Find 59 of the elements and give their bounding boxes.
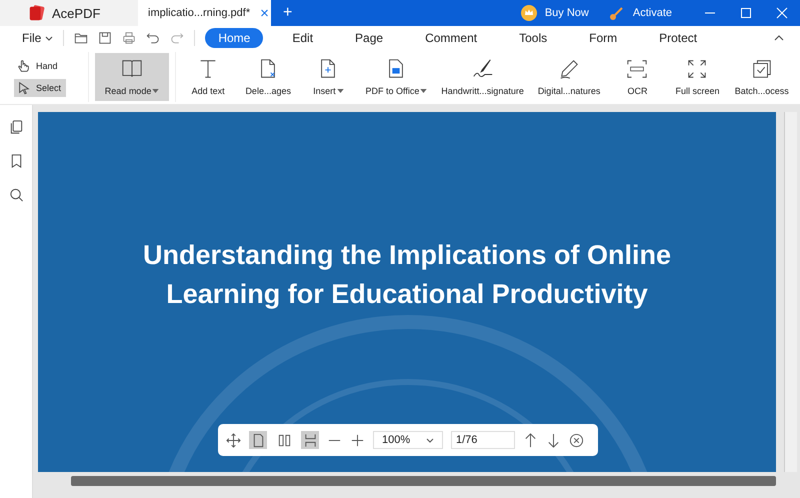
horizontal-scrollbar[interactable] (71, 476, 776, 486)
collapse-ribbon-icon[interactable] (774, 35, 784, 41)
zoom-in-icon[interactable] (350, 432, 365, 448)
app-name: AcePDF (52, 6, 100, 20)
ribbon-tool-button[interactable]: Read mode (95, 53, 170, 101)
new-tab-button[interactable]: + (283, 4, 292, 22)
pen-signature-icon (472, 58, 494, 80)
folder-icon[interactable] (74, 31, 88, 45)
document-tab[interactable]: implicatio...rning.pdf* × (138, 0, 271, 26)
ribbon-tab[interactable]: Protect (646, 28, 710, 48)
single-page-button[interactable] (249, 431, 267, 449)
close-tab-button[interactable]: × (260, 4, 269, 22)
zoom-dropdown[interactable]: 100% (373, 431, 443, 449)
save-icon[interactable] (98, 31, 112, 45)
ribbon-tool-button[interactable]: Add text (182, 53, 234, 101)
fit-height-button[interactable] (301, 431, 319, 449)
move-icon[interactable] (226, 432, 241, 448)
ribbon-tool-button[interactable]: Handwritt...signature (438, 53, 527, 101)
file-menu[interactable]: File (22, 31, 54, 45)
page-number-field[interactable]: 1/76 (451, 431, 515, 449)
hand-icon (17, 59, 31, 73)
close-circle-icon[interactable] (569, 432, 584, 448)
ribbon-tool-button[interactable]: Dele...ages (242, 53, 294, 101)
vertical-scrollbar[interactable] (784, 112, 797, 472)
ribbon-tool-button[interactable]: Batch...ocess (731, 53, 792, 101)
pointer-mode-button[interactable]: Select (14, 79, 66, 97)
undo-icon[interactable] (146, 31, 160, 45)
ribbon-tool-button[interactable]: Insert (302, 53, 354, 101)
close-icon[interactable] (776, 7, 788, 19)
maximize-icon[interactable] (740, 7, 752, 19)
app-logo-icon (28, 4, 46, 22)
chevron-down-icon (426, 438, 434, 442)
print-icon[interactable] (122, 31, 136, 45)
ribbon-tab[interactable]: Tools (506, 28, 560, 48)
chevron-down-icon (45, 36, 54, 40)
pages-icon[interactable] (8, 119, 24, 135)
arrow-up-icon[interactable] (523, 432, 538, 448)
cursor-arrow-icon (17, 81, 31, 95)
arrow-down-icon[interactable] (546, 432, 561, 448)
ocr-icon (626, 58, 648, 80)
expand-icon (686, 58, 708, 80)
ribbon-tab[interactable]: Form (576, 28, 630, 48)
ribbon-tool-button[interactable]: Digital...natures (534, 53, 604, 101)
ribbon-tool-button[interactable]: PDF to Office (362, 53, 430, 101)
checkbox-stack-icon (750, 58, 773, 80)
search-icon[interactable] (8, 187, 24, 203)
ribbon-tab[interactable]: Page (342, 28, 396, 48)
key-icon (608, 5, 625, 21)
ribbon-tool-button[interactable]: Full screen (671, 53, 724, 101)
document-title: Understanding the Implications of Online Learning for Educational Productivity (142, 239, 672, 311)
title-action-link[interactable]: Buy Now (544, 7, 589, 19)
pointer-mode-button[interactable]: Hand (14, 57, 66, 75)
ribbon-tool-button[interactable]: OCR (611, 53, 664, 101)
ribbon-tab[interactable]: Home (205, 28, 264, 48)
title-action-link[interactable]: Activate (632, 7, 672, 19)
crown-icon (520, 5, 537, 21)
ribbon-tab[interactable]: Comment (412, 28, 490, 48)
ribbon-tab[interactable]: Edit (279, 28, 326, 48)
pencil-icon (558, 58, 580, 80)
